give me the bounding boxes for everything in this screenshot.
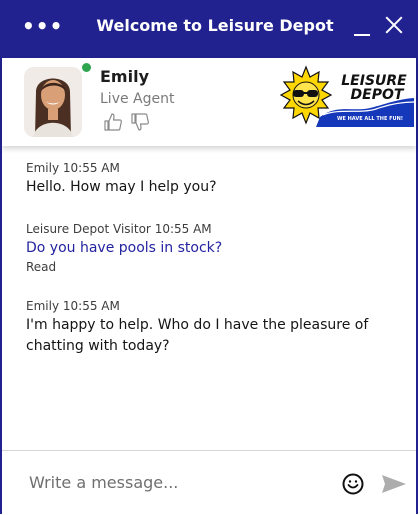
- message-composer: Write a message...: [2, 450, 416, 515]
- message-time: 10:55 AM: [62, 299, 120, 313]
- message-meta: Leisure Depot Visitor 10:55 AM: [26, 220, 396, 238]
- message-meta: Emily 10:55 AM: [26, 159, 396, 177]
- agent-info-panel: Emily Live Agent LEISURE DEPOT WE HAVE A…: [2, 58, 416, 146]
- message-input[interactable]: Write a message...: [29, 473, 178, 492]
- message-agent-2: Emily 10:55 AM I'm happy to help. Who do…: [26, 297, 396, 357]
- message-meta: Emily 10:55 AM: [26, 297, 396, 315]
- agent-name: Emily: [100, 67, 149, 86]
- read-receipt: Read: [26, 260, 57, 274]
- leisure-depot-logo: LEISURE DEPOT WE HAVE ALL THE FUN!: [279, 65, 414, 127]
- title-bar: ••• Welcome to Leisure Depot: [2, 0, 416, 58]
- message-agent-1: Emily 10:55 AM Hello. How may I help you…: [26, 159, 396, 198]
- message-list: Emily 10:55 AM Hello. How may I help you…: [2, 146, 416, 450]
- logo-line-2: DEPOT: [351, 87, 405, 103]
- thumbs-down-icon[interactable]: [130, 112, 150, 132]
- minimize-icon[interactable]: [354, 34, 370, 36]
- message-visitor-1: Leisure Depot Visitor 10:55 AM Do you ha…: [26, 220, 396, 276]
- message-time: 10:55 AM: [154, 222, 212, 236]
- message-time: 10:55 AM: [62, 161, 120, 175]
- message-text: Hello. How may I help you?: [26, 179, 217, 195]
- online-status-indicator: [82, 63, 91, 72]
- send-icon[interactable]: [380, 473, 408, 495]
- agent-avatar: [24, 67, 82, 137]
- message-sender: Emily: [26, 299, 60, 313]
- emoji-icon[interactable]: [342, 473, 364, 495]
- message-sender: Emily: [26, 161, 60, 175]
- thumbs-up-icon[interactable]: [103, 112, 123, 132]
- agent-photo: [24, 67, 82, 137]
- chat-widget: ••• Welcome to Leisure Depot Emily Live …: [0, 0, 418, 515]
- chat-title: Welcome to Leisure Depot: [96, 16, 334, 35]
- message-text: Do you have pools in stock?: [26, 240, 223, 256]
- close-icon[interactable]: [383, 10, 405, 38]
- message-text: I'm happy to help. Who do I have the ple…: [26, 317, 369, 354]
- message-sender: Leisure Depot Visitor: [26, 222, 151, 236]
- agent-role: Live Agent: [100, 91, 175, 107]
- logo-tagline: WE HAVE ALL THE FUN!: [337, 116, 403, 122]
